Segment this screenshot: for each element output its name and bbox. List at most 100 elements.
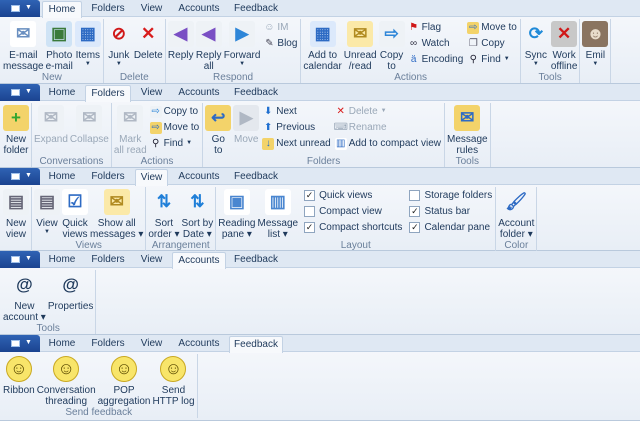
move-to-button[interactable]: ⇨ Move to bbox=[467, 21, 517, 34]
view-icon: ▤ bbox=[34, 189, 60, 215]
emil-button[interactable]: ☻ Emil ▼ bbox=[581, 19, 609, 68]
move-button[interactable]: ▶ Move bbox=[232, 103, 260, 145]
quick-views-button[interactable]: ☑ Quick views bbox=[61, 187, 89, 240]
checkbox-label: Quick views bbox=[319, 190, 373, 201]
previous-button[interactable]: ⬆ Previous bbox=[262, 121, 330, 134]
view-button[interactable]: ▤ View ▼ bbox=[33, 187, 61, 236]
app-menu-button[interactable]: ▼ bbox=[0, 251, 40, 268]
encoding-button[interactable]: ä Encoding bbox=[408, 53, 463, 66]
go-to-button[interactable]: ↩ Go to bbox=[204, 103, 232, 156]
copy-button[interactable]: ❐ Copy bbox=[467, 37, 517, 50]
button-label: Conversation bbox=[36, 385, 96, 396]
tab-folders[interactable]: Folders bbox=[85, 1, 131, 17]
tab-view[interactable]: View bbox=[135, 85, 168, 101]
delete-button[interactable]: ✕ Delete ▼ bbox=[335, 105, 441, 118]
tab-view[interactable]: View bbox=[135, 336, 168, 352]
tab-accounts[interactable]: Accounts bbox=[172, 1, 226, 17]
quick-views-checkbox[interactable]: ✓ Quick views bbox=[304, 189, 402, 202]
dropdown-arrow-icon: ▼ bbox=[503, 56, 510, 62]
tab-home[interactable]: Home bbox=[42, 1, 82, 18]
reply-all-button[interactable]: ◀ Reply all bbox=[195, 19, 223, 72]
watch-button[interactable]: ∞ Watch bbox=[408, 37, 464, 50]
items-button[interactable]: ▦ Items ▼ bbox=[74, 19, 102, 68]
new-account-button[interactable]: @ New account ▾ bbox=[2, 270, 47, 323]
tab-feedback[interactable]: Feedback bbox=[229, 252, 283, 268]
copy-to-button[interactable]: ⇨ Copy to bbox=[149, 105, 200, 118]
account-folder-button[interactable]: 🖌 Account folder ▾ bbox=[497, 187, 535, 240]
tab-view[interactable]: View bbox=[135, 252, 168, 268]
new-view-button[interactable]: ▤ New view bbox=[2, 187, 30, 240]
calendar-pane-checkbox[interactable]: ✓ Calendar pane bbox=[409, 221, 492, 234]
tab-home[interactable]: Home bbox=[42, 85, 82, 101]
tab-folders[interactable]: Folders bbox=[85, 169, 131, 185]
tab-view[interactable]: View bbox=[135, 169, 168, 186]
reply-button[interactable]: ◀ Reply bbox=[167, 19, 195, 61]
move-to-button[interactable]: ⇨ Move to bbox=[149, 121, 199, 134]
compact-view-checkbox[interactable]: Compact view bbox=[304, 205, 402, 218]
tab-view[interactable]: View bbox=[135, 1, 168, 17]
unread-read-button[interactable]: ✉ Unread/read bbox=[343, 19, 378, 72]
forward-button[interactable]: ▶ Forward ▼ bbox=[223, 19, 262, 68]
photo-e-mail-button[interactable]: ▣ Photo e-mail bbox=[45, 19, 74, 72]
tab-folders[interactable]: Folders bbox=[85, 85, 131, 102]
tab-folders[interactable]: Folders bbox=[85, 252, 131, 268]
rename-button[interactable]: ⌨ Rename bbox=[333, 121, 441, 134]
tab-accounts[interactable]: Accounts bbox=[172, 336, 226, 352]
expand-button[interactable]: ✉ Expand bbox=[33, 103, 69, 145]
reply-icon: ◀ bbox=[167, 21, 194, 47]
message-rules-button[interactable]: ✉ Message rules bbox=[446, 103, 489, 156]
storage-folders-checkbox[interactable]: Storage folders bbox=[409, 189, 492, 202]
delete-button[interactable]: ✕ Delete bbox=[133, 19, 164, 61]
small-button-stack: ⇨ Move to ❐ Copy ⚲ Find ▼ bbox=[465, 19, 519, 66]
work-offline-button[interactable]: ✕ Work offline bbox=[550, 19, 579, 72]
sync-button[interactable]: ⟳ Sync ▼ bbox=[522, 19, 550, 68]
send-http-log-button[interactable]: ☺ Send HTTP log bbox=[151, 354, 195, 407]
tab-feedback[interactable]: Feedback bbox=[229, 1, 283, 17]
tab-feedback[interactable]: Feedback bbox=[229, 336, 283, 353]
find-button[interactable]: ⚲ Find ▼ bbox=[150, 137, 200, 150]
flag-button[interactable]: ⚑ Flag bbox=[408, 21, 464, 34]
add-to-calendar-button[interactable]: ▦ Add to calendar bbox=[302, 19, 342, 72]
tab-folders[interactable]: Folders bbox=[85, 336, 131, 352]
mark-all-read-button[interactable]: ✉ Mark all read bbox=[113, 103, 148, 156]
status-bar-checkbox[interactable]: ✓ Status bar bbox=[409, 205, 492, 218]
tab-home[interactable]: Home bbox=[42, 252, 82, 268]
app-menu-button[interactable]: ▼ bbox=[0, 168, 40, 185]
im-button[interactable]: ☺ IM bbox=[263, 21, 297, 34]
message-list-button[interactable]: ▥ Message list ▾ bbox=[256, 187, 299, 240]
blog-button[interactable]: ✎ Blog bbox=[263, 37, 297, 50]
reading-pane-button[interactable]: ▣ Reading pane ▾ bbox=[217, 187, 256, 240]
app-menu-icon bbox=[11, 340, 20, 347]
tab-accounts[interactable]: Accounts bbox=[172, 252, 226, 269]
e-mail-message-button[interactable]: ✉ E-mail message bbox=[2, 19, 45, 72]
add-to-compact-view-button[interactable]: ▥ Add to compact view bbox=[334, 137, 441, 150]
next-button[interactable]: ⬇ Next bbox=[262, 105, 330, 118]
tab-feedback[interactable]: Feedback bbox=[229, 169, 283, 185]
app-menu-button[interactable]: ▼ bbox=[0, 84, 40, 101]
new-folder-button[interactable]: + New folder bbox=[2, 103, 30, 156]
conversation-threading-button[interactable]: ☺ Conversation threading bbox=[36, 354, 97, 407]
next-unread-button[interactable]: ↓ Next unread bbox=[262, 137, 331, 150]
copy-to-button[interactable]: ⇨ Copy to bbox=[378, 19, 406, 72]
tab-feedback[interactable]: Feedback bbox=[229, 85, 283, 101]
pop-aggregation-button[interactable]: ☺ POP aggregation bbox=[97, 354, 152, 407]
app-menu-button[interactable]: ▼ bbox=[0, 335, 40, 352]
tab-accounts[interactable]: Accounts bbox=[172, 169, 226, 185]
show-all-messages-button[interactable]: ✉ Show all messages ▾ bbox=[89, 187, 144, 240]
find-button[interactable]: ⚲ Find ▼ bbox=[467, 53, 517, 66]
compact-shortcuts-checkbox[interactable]: ✓ Compact shortcuts bbox=[304, 221, 402, 234]
tab-home[interactable]: Home bbox=[42, 336, 82, 352]
sort-order-button[interactable]: ⇅ Sort order ▾ bbox=[147, 187, 180, 240]
sort-by-date-button[interactable]: ⇅ Sort by Date ▾ bbox=[181, 187, 215, 240]
rename-icon: ⌨ bbox=[333, 122, 348, 133]
button-label: IM bbox=[277, 22, 289, 33]
app-menu-button[interactable]: ▼ bbox=[0, 0, 40, 17]
tab-home[interactable]: Home bbox=[42, 169, 82, 185]
properties-button[interactable]: @ Properties bbox=[47, 270, 95, 312]
collapse-button[interactable]: ✉ Collapse bbox=[69, 103, 110, 145]
tab-accounts[interactable]: Accounts bbox=[172, 85, 226, 101]
button-label: folder ▾ bbox=[499, 229, 533, 240]
button-label: message bbox=[3, 61, 44, 72]
junk-button[interactable]: ⊘ Junk ▼ bbox=[105, 19, 133, 68]
ribbon-button[interactable]: ☺ Ribbon bbox=[2, 354, 36, 396]
